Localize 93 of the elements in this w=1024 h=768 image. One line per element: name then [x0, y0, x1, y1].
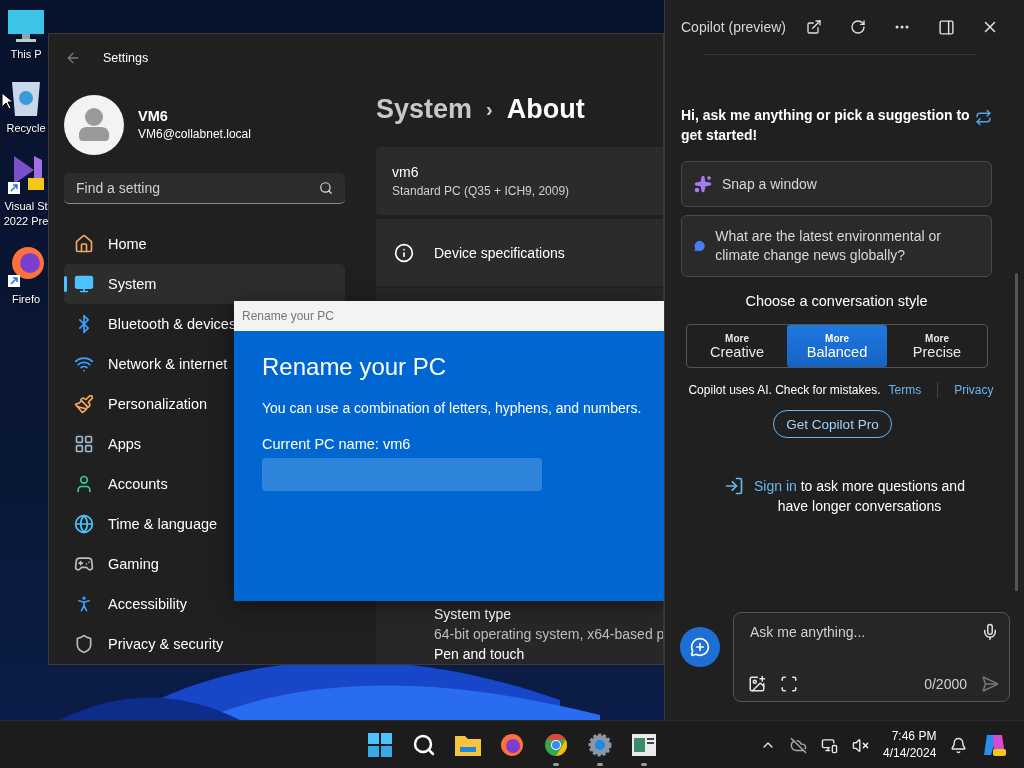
network-icon	[821, 736, 838, 754]
privacy-link[interactable]: Privacy	[954, 383, 994, 397]
monitor-icon	[6, 8, 46, 44]
sign-in-link[interactable]: Sign in	[754, 478, 797, 494]
side-panel-icon	[937, 18, 955, 36]
external-link-icon	[806, 19, 822, 35]
brush-icon	[74, 394, 94, 414]
current-name-label: Current PC name: vm6	[262, 436, 412, 452]
sign-in-text: Sign in to ask more questions and have longer conversations	[753, 477, 966, 516]
breadcrumb-separator: ›	[486, 97, 493, 121]
nav-item[interactable]: Privacy & security	[64, 624, 345, 664]
spec-value: 64-bit operating system, x64-based p	[434, 626, 663, 642]
pointer-cursor-icon	[1, 92, 13, 110]
user-email: VM6@collabnet.local	[138, 127, 251, 142]
breadcrumb-parent[interactable]: System	[376, 93, 473, 125]
microphone-icon[interactable]	[981, 623, 999, 641]
add-image-button[interactable]	[748, 675, 766, 693]
nav-item[interactable]: Gaming	[64, 544, 345, 584]
screenshot-button[interactable]	[780, 675, 798, 693]
page-title: About	[506, 93, 585, 125]
nav-item[interactable]: Time & language	[64, 504, 345, 544]
dialog-title: Rename your PC	[242, 309, 335, 323]
suggestion-button[interactable]: Snap a window	[681, 161, 992, 207]
device-specifications-header[interactable]: Device specifications	[376, 219, 663, 286]
folder-icon	[455, 734, 481, 756]
back-icon[interactable]	[65, 50, 81, 66]
spec-label: System type	[434, 606, 513, 622]
network-button[interactable]	[819, 736, 840, 754]
device-model: Standard PC (Q35 + ICH9, 2009)	[392, 184, 571, 198]
shield-icon	[74, 634, 94, 654]
user-name: VM6	[138, 108, 169, 125]
device-name: vm6	[392, 164, 420, 180]
refresh-icon	[850, 19, 866, 35]
person-silhouette-icon	[77, 106, 111, 143]
person-icon	[74, 474, 94, 494]
section-heading: Choose a conversation style	[744, 293, 929, 309]
greeting-text: Hi, ask me anything or pick a suggestion to get started!	[681, 106, 971, 145]
send-icon	[981, 675, 999, 693]
volume-button[interactable]	[850, 736, 871, 754]
globe-icon	[74, 514, 94, 534]
copilot-logo	[981, 732, 1008, 758]
refresh-suggestions-icon[interactable]	[975, 109, 992, 126]
dialog-heading: Rename your PC	[262, 353, 448, 381]
onedrive-button[interactable]	[788, 736, 809, 754]
bell-icon	[950, 736, 968, 754]
sign-in-icon	[723, 476, 744, 496]
info-icon	[394, 242, 414, 263]
gamepad-icon	[74, 554, 94, 574]
style-option[interactable]: More Balanced	[787, 325, 887, 367]
style-option[interactable]: More Precise	[887, 325, 987, 367]
new-chat-icon	[690, 637, 710, 657]
desktop-icon-label[interactable]: This P	[10, 47, 42, 62]
home-icon	[74, 234, 94, 254]
search-field[interactable]: Find a setting	[64, 173, 345, 204]
send-button[interactable]	[981, 675, 999, 693]
monitor-icon	[74, 274, 94, 294]
spec-label: Pen and touch	[434, 646, 526, 662]
gear-icon	[588, 733, 612, 757]
desktop-icon-label[interactable]: Firefo	[11, 292, 41, 307]
chat-input-field[interactable]: Ask me anything...	[748, 623, 948, 641]
search-icon	[319, 181, 333, 196]
character-counter: 0/2000	[924, 676, 967, 692]
firefox-icon	[6, 245, 46, 289]
app-window-icon	[632, 734, 656, 756]
clock[interactable]: 7:46 PM 4/14/2024	[881, 728, 939, 762]
terms-link[interactable]: Terms	[888, 383, 922, 397]
nav-item[interactable]: Accounts	[64, 464, 345, 504]
screenshot-icon	[780, 675, 798, 693]
window-title: Settings	[103, 51, 149, 65]
name-input-field[interactable]	[262, 458, 542, 491]
more-icon	[895, 25, 909, 29]
wifi-icon	[74, 354, 94, 374]
sparkle-icon	[694, 175, 712, 193]
desktop-icon-label[interactable]: Recycle	[6, 121, 46, 136]
disclaimer-text: Copilot uses AI. Check for mistakes.	[688, 383, 881, 397]
windows-icon	[368, 733, 392, 757]
firefox-icon	[500, 733, 524, 757]
nav-item[interactable]: System	[64, 264, 345, 304]
dialog-description: You can use a combination of letters, hyphens, and numbers.	[262, 400, 643, 416]
scrollbar[interactable]	[1015, 273, 1018, 591]
panel-title: Copilot (preview)	[681, 19, 787, 35]
cloud-off-icon	[790, 736, 807, 754]
nav-item[interactable]: Home	[64, 224, 345, 264]
volume-muted-icon	[852, 736, 869, 754]
style-option[interactable]: More Creative	[687, 325, 787, 367]
add-image-icon	[748, 675, 766, 693]
new-topic-button[interactable]	[680, 627, 720, 667]
nav-item[interactable]: Accessibility	[64, 584, 345, 624]
chrome-icon	[544, 733, 568, 757]
desktop-icon-label[interactable]: Visual St 2022 Pre	[3, 199, 49, 229]
suggestion-button[interactable]: What are the latest environmental or climate change news globally?	[681, 215, 992, 277]
search-icon	[412, 733, 436, 757]
apps-icon	[74, 434, 94, 454]
